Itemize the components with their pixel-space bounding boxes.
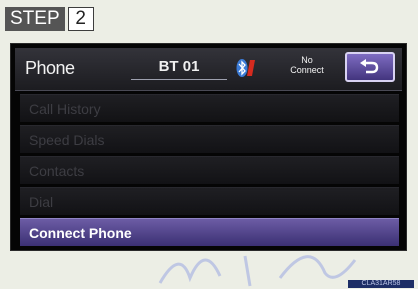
disconnected-mark-icon [247,60,255,76]
back-button[interactable] [345,52,395,82]
device-name: BT 01 [158,58,200,75]
menu-item-dial: Dial [20,187,399,215]
watermark [158,255,357,287]
connection-status-line1: No [301,55,313,65]
device-name-field[interactable]: BT 01 [131,53,227,80]
menu-item-speed-dials: Speed Dials [20,125,399,153]
connection-status: No Connect [285,55,329,75]
menu-item-call-history: Call History [20,94,399,122]
step-word: STEP [5,7,65,31]
bluetooth-icon [236,59,255,77]
menu-item-contacts: Contacts [20,156,399,184]
step-number: 2 [67,7,94,31]
image-code-tag: CLA31AR58 [348,280,414,288]
header-bar: Phone BT 01 No Connect [15,48,402,91]
connection-status-line2: Connect [290,65,324,75]
page-title: Phone [25,58,75,78]
step-label: STEP 2 [5,7,94,31]
back-arrow-icon [360,59,379,74]
